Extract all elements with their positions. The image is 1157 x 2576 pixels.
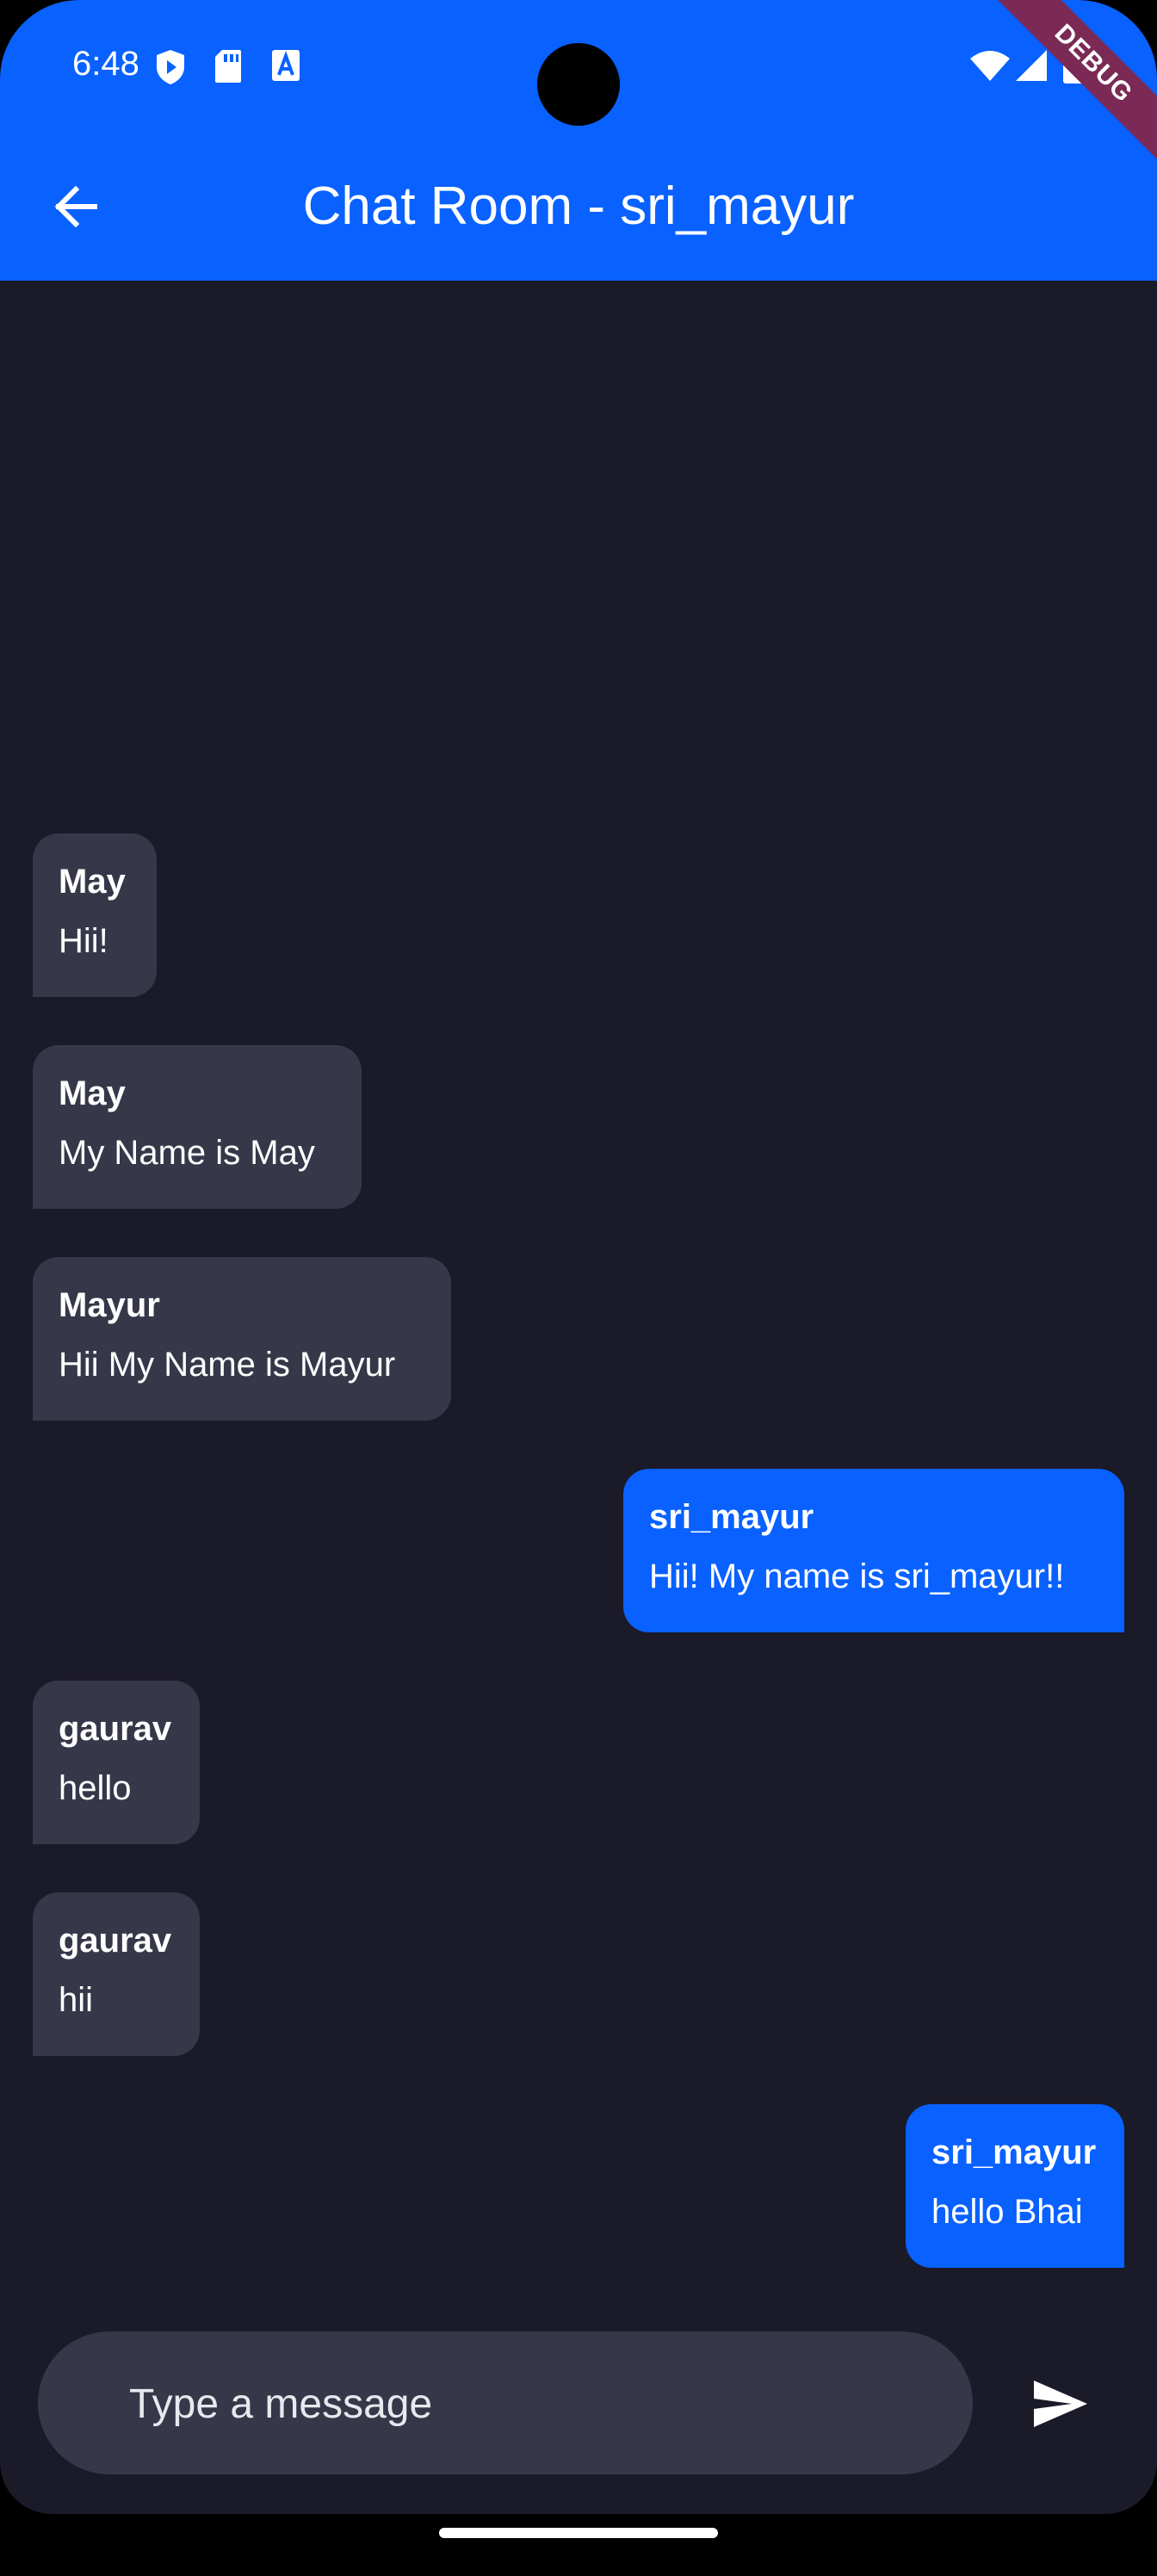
message-sender: sri_mayur: [649, 1498, 814, 1536]
message-bubble-own: sri_mayur Hii! My name is sri_mayur!!: [623, 1469, 1124, 1632]
message-bubble: Mayur Hii My Name is Mayur: [33, 1257, 451, 1421]
message-text: hello: [59, 1769, 132, 1807]
message-text: Hii! My name is sri_mayur!!: [649, 1557, 1065, 1595]
message-composer: [38, 2331, 973, 2476]
message-sender: Mayur: [59, 1286, 160, 1324]
message-sender: May: [59, 863, 126, 901]
sd-card-icon: [213, 48, 243, 89]
app-bar: Chat Room - sri_mayur: [0, 146, 1157, 274]
message-text: Hii!: [59, 922, 108, 960]
front-camera: [537, 43, 620, 126]
text-a-icon: [270, 48, 301, 87]
message-text: My Name is May: [59, 1134, 315, 1172]
message-text: Hii My Name is Mayur: [59, 1346, 396, 1384]
home-gesture-handle[interactable]: [439, 2528, 718, 2538]
message-text: hello Bhai: [931, 2193, 1083, 2231]
message-bubble: gaurav hii: [33, 1892, 200, 2056]
app-screen: 6:48 DEBUG Chat Room - sri_mayur May Hii…: [0, 0, 1157, 2514]
message-input[interactable]: [127, 2331, 940, 2476]
message-bubble-own: sri_mayur hello Bhai: [906, 2104, 1124, 2268]
shield-play-icon: [153, 48, 188, 90]
message-sender: May: [59, 1074, 126, 1112]
message-bubble: May My Name is May: [33, 1045, 362, 1209]
send-icon: [1032, 2379, 1089, 2433]
status-time: 6:48: [72, 45, 139, 83]
message-sender: gaurav: [59, 1922, 172, 1960]
message-bubble: May Hii!: [33, 833, 157, 997]
message-bubble: gaurav hello: [33, 1681, 200, 1844]
message-sender: gaurav: [59, 1710, 172, 1748]
message-text: hii: [59, 1981, 94, 2019]
send-button[interactable]: [1021, 2366, 1100, 2445]
top-bar: 6:48 DEBUG Chat Room - sri_mayur: [0, 0, 1157, 281]
message-sender: sri_mayur: [931, 2133, 1097, 2171]
page-title: Chat Room - sri_mayur: [302, 176, 855, 236]
status-bar: 6:48 DEBUG: [0, 0, 1157, 171]
navigation-bar: [0, 2514, 1157, 2576]
